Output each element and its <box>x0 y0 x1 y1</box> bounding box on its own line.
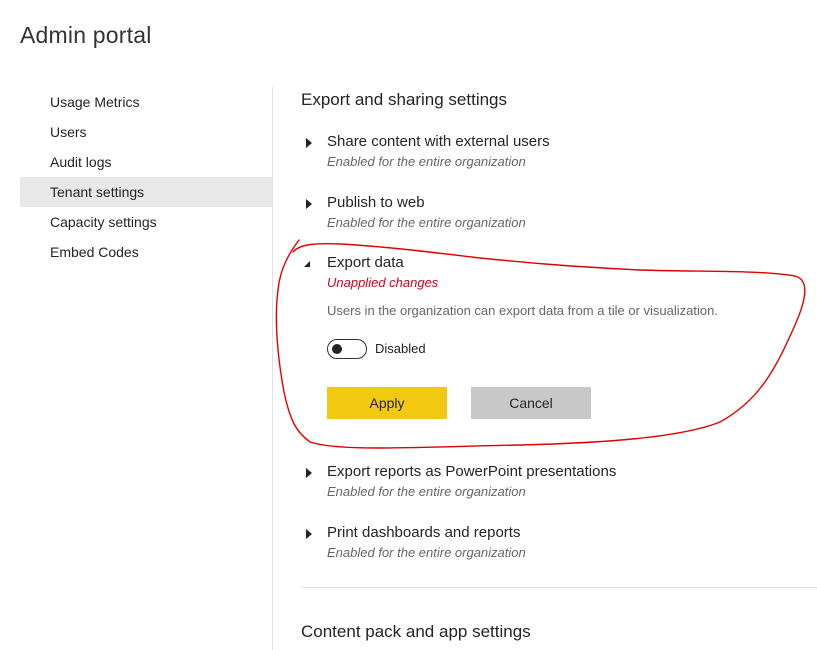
caret-right-icon <box>306 529 312 539</box>
setting-title: Export reports as PowerPoint presentatio… <box>327 463 617 480</box>
caret-right-icon <box>306 468 312 478</box>
setting-publish-to-web: Publish to web Enabled for the entire or… <box>301 194 817 230</box>
setting-title: Publish to web <box>327 194 425 211</box>
setting-title: Export data <box>327 254 404 271</box>
sidebar-item-usage-metrics[interactable]: Usage Metrics <box>20 87 272 117</box>
setting-header-share-external[interactable]: Share content with external users <box>301 133 817 155</box>
setting-status: Enabled for the entire organization <box>327 545 526 560</box>
setting-description: Users in the organization can export dat… <box>327 303 718 318</box>
page-title: Admin portal <box>20 22 152 48</box>
unapplied-changes-status: Unapplied changes <box>327 275 439 290</box>
sidebar-divider <box>272 87 273 650</box>
toggle-knob <box>332 344 342 354</box>
setting-status: Enabled for the entire organization <box>327 484 526 499</box>
setting-header-export-powerpoint[interactable]: Export reports as PowerPoint presentatio… <box>301 463 817 485</box>
setting-title: Print dashboards and reports <box>327 524 521 541</box>
apply-button[interactable]: Apply <box>327 387 447 419</box>
export-data-toggle[interactable] <box>327 339 367 359</box>
section-title-content-pack: Content pack and app settings <box>301 622 531 641</box>
setting-title: Share content with external users <box>327 133 550 150</box>
caret-right-icon <box>306 199 312 209</box>
caret-right-icon <box>306 138 312 148</box>
toggle-state-label: Disabled <box>375 341 426 356</box>
sidebar-item-embed-codes[interactable]: Embed Codes <box>20 237 272 267</box>
sidebar-item-capacity-settings[interactable]: Capacity settings <box>20 207 272 237</box>
section-divider <box>301 587 817 588</box>
sidebar-nav: Usage Metrics Users Audit logs Tenant se… <box>20 87 272 267</box>
sidebar-item-tenant-settings[interactable]: Tenant settings <box>20 177 272 207</box>
section-title-export-sharing: Export and sharing settings <box>301 90 508 109</box>
setting-status: Enabled for the entire organization <box>327 215 526 230</box>
sidebar-item-audit-logs[interactable]: Audit logs <box>20 147 272 177</box>
setting-header-export-data[interactable]: Export data <box>301 254 817 276</box>
setting-export-powerpoint: Export reports as PowerPoint presentatio… <box>301 463 817 499</box>
caret-down-icon <box>304 261 310 267</box>
setting-header-print-dashboards[interactable]: Print dashboards and reports <box>301 524 817 546</box>
main-content: Export and sharing settings Share conten… <box>301 0 817 650</box>
setting-status: Enabled for the entire organization <box>327 154 526 169</box>
setting-header-publish-to-web[interactable]: Publish to web <box>301 194 817 216</box>
cancel-button[interactable]: Cancel <box>471 387 591 419</box>
setting-share-external: Share content with external users Enable… <box>301 133 817 169</box>
setting-print-dashboards: Print dashboards and reports Enabled for… <box>301 524 817 560</box>
sidebar-item-users[interactable]: Users <box>20 117 272 147</box>
setting-export-data: Export data Unapplied changes Users in t… <box>301 254 817 419</box>
